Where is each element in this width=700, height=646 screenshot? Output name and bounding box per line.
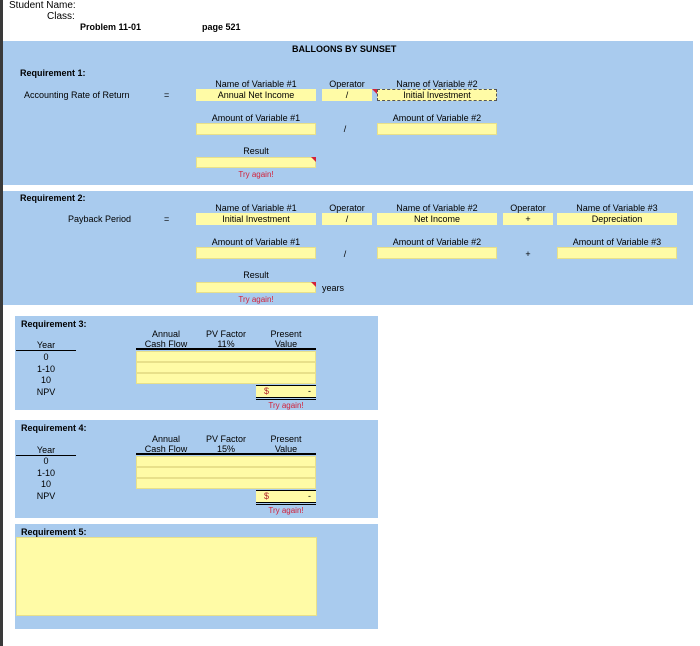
req2-amt-operator1: / — [343, 249, 347, 259]
req2-var2-header: Name of Variable #2 — [396, 203, 478, 213]
req1-var2-header: Name of Variable #2 — [396, 79, 478, 89]
table-header-rule — [136, 348, 316, 350]
req2-operator2-header: Operator — [510, 203, 546, 213]
req3-npv-currency: $ — [264, 386, 270, 396]
req4-row-year-10: 10 — [40, 479, 51, 489]
req3-col-pv-line1: PV Factor — [205, 329, 246, 339]
req4-input-row-0[interactable] — [136, 456, 316, 467]
req1-amt1-header: Amount of Variable #1 — [211, 113, 301, 123]
comment-indicator — [311, 282, 316, 287]
req3-input-row-0[interactable] — [136, 351, 316, 362]
req2-amt3-header: Amount of Variable #3 — [572, 237, 662, 247]
req2-heading: Requirement 2: — [20, 193, 86, 203]
class-label: Class: — [47, 11, 75, 22]
npv-double-rule-2 — [256, 399, 316, 400]
req2-operator2-input[interactable]: + — [503, 213, 553, 225]
req1-operator-header: Operator — [329, 79, 365, 89]
req3-row-npv: NPV — [36, 387, 56, 397]
student-name-label: Student Name: — [9, 0, 76, 11]
req2-label: Payback Period — [68, 214, 132, 224]
req1-heading: Requirement 1: — [20, 68, 86, 78]
requirement-1-panel — [3, 41, 693, 185]
req2-var3-header: Name of Variable #3 — [576, 203, 658, 213]
req4-input-row-10[interactable] — [136, 478, 316, 489]
req1-var2-input[interactable]: Initial Investment — [377, 89, 497, 101]
req2-amt-operator2: + — [525, 249, 531, 259]
req4-feedback: Try again! — [268, 506, 304, 515]
req1-result-label: Result — [243, 146, 269, 156]
req2-amt2-input[interactable] — [377, 247, 497, 259]
req4-row-year-1-10: 1-10 — [36, 468, 55, 478]
req2-equals: = — [164, 214, 170, 224]
req1-amt2-input[interactable] — [377, 123, 497, 135]
req3-year-header: Year — [36, 340, 56, 350]
req2-amt3-input[interactable] — [557, 247, 677, 259]
req1-var1-input[interactable]: Annual Net Income — [196, 89, 316, 101]
req2-operator1-header: Operator — [329, 203, 365, 213]
comment-indicator — [311, 157, 316, 162]
req1-amt2-header: Amount of Variable #2 — [392, 113, 482, 123]
req2-operator1-input[interactable]: / — [322, 213, 372, 225]
req1-result-input[interactable] — [196, 157, 316, 168]
req4-npv-currency: $ — [264, 491, 270, 501]
req3-row-year-0: 0 — [43, 352, 49, 362]
req4-row-year-0: 0 — [43, 456, 49, 466]
req3-row-year-1-10: 1-10 — [36, 364, 55, 374]
req4-heading: Requirement 4: — [21, 423, 87, 433]
req2-result-unit: years — [322, 283, 345, 293]
req2-var1-header: Name of Variable #1 — [215, 203, 297, 213]
req4-row-npv: NPV — [36, 491, 56, 501]
req2-amt1-input[interactable] — [196, 247, 316, 259]
year-header-rule — [16, 350, 76, 351]
req1-feedback: Try again! — [238, 170, 274, 179]
npv-double-rule-1 — [256, 502, 316, 503]
company-title: BALLOONS BY SUNSET — [292, 44, 397, 54]
req4-col-pv-line1: PV Factor — [205, 434, 246, 444]
table-header-rule — [136, 453, 316, 455]
req1-equals: = — [164, 90, 170, 100]
req1-amt1-input[interactable] — [196, 123, 316, 135]
req5-answer-textarea[interactable] — [16, 537, 317, 616]
req2-result-label: Result — [243, 270, 269, 280]
req3-heading: Requirement 3: — [21, 319, 87, 329]
problem-number: Problem 11-01 — [80, 22, 142, 32]
req3-col-present-line1: Present — [270, 329, 302, 339]
req2-amt2-header: Amount of Variable #2 — [392, 237, 482, 247]
page-number: page 521 — [202, 22, 241, 32]
req4-input-row-1-10[interactable] — [136, 467, 316, 478]
req1-amt-operator: / — [343, 124, 347, 134]
req3-input-row-1-10[interactable] — [136, 362, 316, 373]
req3-col-cash-line1: Annual — [151, 329, 181, 339]
req2-var3-input[interactable]: Depreciation — [557, 213, 677, 225]
req3-input-row-10[interactable] — [136, 373, 316, 384]
req1-var1-header: Name of Variable #1 — [215, 79, 297, 89]
req1-label: Accounting Rate of Return — [24, 90, 130, 100]
req3-row-year-10: 10 — [40, 375, 51, 385]
req1-operator-input[interactable]: / — [322, 89, 372, 101]
req2-amt1-header: Amount of Variable #1 — [211, 237, 301, 247]
req4-col-cash-line1: Annual — [151, 434, 181, 444]
req2-var2-input[interactable]: Net Income — [377, 213, 497, 225]
req2-var1-input[interactable]: Initial Investment — [196, 213, 316, 225]
npv-double-rule-1 — [256, 397, 316, 398]
req2-result-input[interactable] — [196, 282, 316, 293]
req4-col-present-line1: Present — [270, 434, 302, 444]
npv-double-rule-2 — [256, 504, 316, 505]
req3-feedback: Try again! — [268, 401, 304, 410]
req3-npv-value: - — [308, 386, 311, 396]
req5-heading: Requirement 5: — [21, 527, 87, 537]
req4-year-header: Year — [36, 445, 56, 455]
req4-npv-value: - — [308, 491, 311, 501]
req2-feedback: Try again! — [238, 295, 274, 304]
